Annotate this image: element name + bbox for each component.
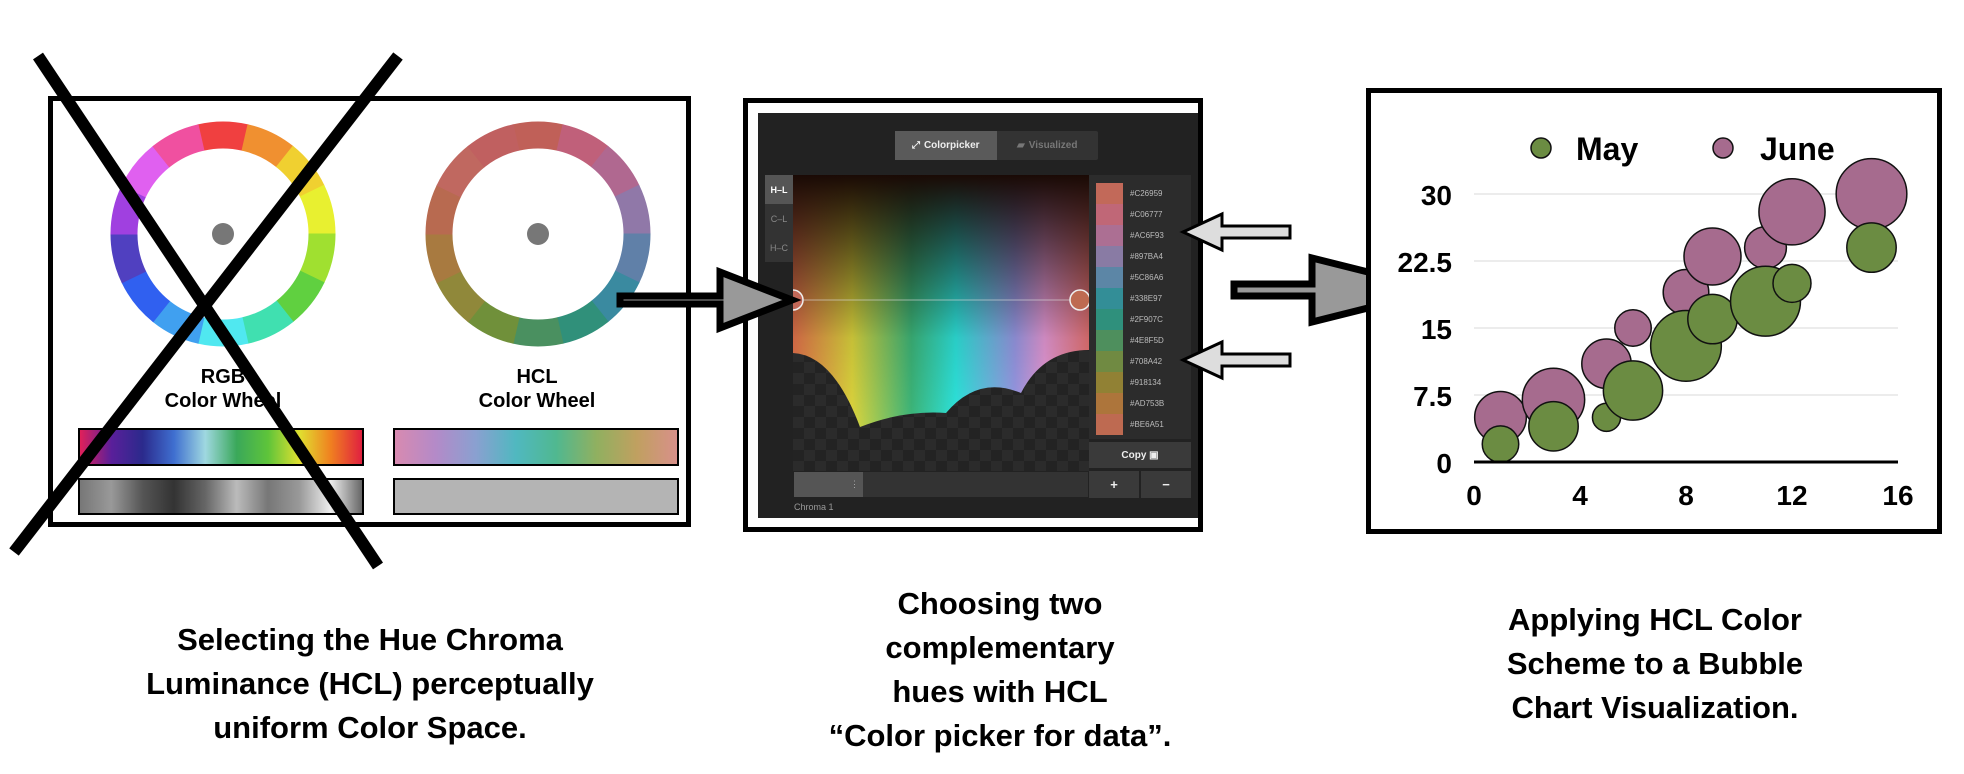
caption-line: Luminance (HCL) perceptually [146,666,594,701]
x-tick-label: 12 [1776,480,1807,511]
y-tick-label: 0 [1436,448,1452,479]
y-tick-label: 15 [1421,314,1452,345]
caption-middle: Choosing two complementary hues with HCL… [760,582,1240,758]
legend-marker-june [1712,137,1734,159]
x-tick-label: 0 [1466,480,1482,511]
caption-line: “Color picker for data”. [828,718,1172,753]
caption-line: Choosing two [897,586,1103,621]
caption-line: Chart Visualization. [1511,690,1799,725]
bubble-june[interactable] [1683,227,1742,286]
legend-label: June [1760,131,1835,167]
bubble-may[interactable] [1772,263,1812,304]
y-tick-label: 7.5 [1413,381,1452,412]
x-tick-label: 16 [1882,480,1913,511]
legend-marker-may [1530,137,1552,159]
caption-line: Scheme to a Bubble [1506,646,1804,681]
caption-line: Applying HCL Color [1508,602,1802,637]
bubble-june[interactable] [1614,309,1652,347]
caption-line: hues with HCL [892,674,1108,709]
bubble-may[interactable] [1602,360,1664,421]
bubble-may[interactable] [1528,400,1579,452]
y-tick-label: 30 [1421,180,1452,211]
bubble-june[interactable] [1835,157,1908,231]
caption-line: Selecting the Hue Chroma [177,622,563,657]
bubble-june[interactable] [1758,178,1826,246]
x-tick-label: 8 [1678,480,1694,511]
bubble-may[interactable] [1481,425,1520,464]
caption-line: uniform Color Space. [213,710,527,745]
caption-left: Selecting the Hue Chroma Luminance (HCL)… [120,618,620,750]
y-tick-label: 22.5 [1398,247,1453,278]
caption-right: Applying HCL Color Scheme to a Bubble Ch… [1420,598,1890,730]
bubble-may[interactable] [1846,222,1897,274]
legend-label: May [1576,131,1638,167]
x-tick-label: 4 [1572,480,1588,511]
caption-line: complementary [885,630,1115,665]
bubble-may[interactable] [1687,293,1738,345]
